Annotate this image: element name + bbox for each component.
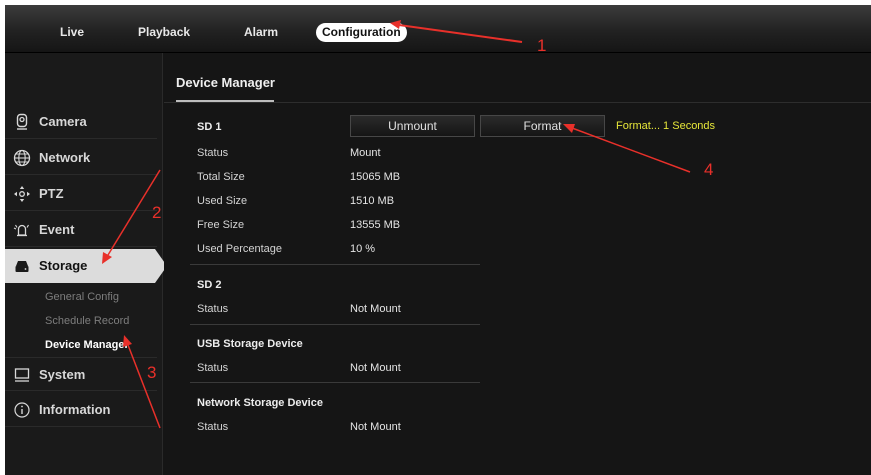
sidebar-item-storage[interactable]: Storage	[5, 249, 167, 283]
camera-icon	[13, 113, 31, 131]
row-label: Total Size	[197, 171, 245, 183]
format-button[interactable]: Format	[480, 115, 605, 137]
tab-configuration[interactable]: Configuration	[316, 23, 407, 42]
top-navigation: Live Playback Alarm Configuration	[5, 5, 871, 53]
sidebar-subitem-general-config[interactable]: General Config	[45, 291, 119, 303]
row-label: Status	[197, 147, 229, 159]
row-label: Status	[197, 421, 229, 433]
sidebar-item-system[interactable]: System	[5, 357, 157, 391]
sidebar-item-label: System	[39, 367, 86, 382]
tab-alarm[interactable]: Alarm	[244, 22, 278, 42]
sidebar-item-label: Camera	[39, 114, 87, 129]
storage-icon	[13, 257, 31, 275]
annotation-marker-4: 4	[704, 160, 714, 179]
sidebar-item-label: Network	[39, 150, 91, 165]
sidebar-subitem-schedule-record[interactable]: Schedule Record	[45, 315, 129, 327]
tab-playback[interactable]: Playback	[138, 22, 190, 42]
divider	[190, 264, 480, 265]
row-value: Not Mount	[350, 362, 401, 374]
row-value: Mount	[350, 147, 381, 159]
row-label: Free Size	[197, 219, 245, 231]
unmount-button[interactable]: Unmount	[350, 115, 475, 137]
divider	[190, 324, 480, 325]
sidebar-item-ptz[interactable]: PTZ	[5, 177, 157, 211]
divider	[190, 382, 480, 383]
section-title-network-storage: Network Storage Device	[197, 397, 323, 409]
row-value: 1510 MB	[350, 195, 395, 207]
sidebar-item-label: Storage	[39, 258, 88, 273]
row-label: Used Size	[197, 195, 248, 207]
row-value: Not Mount	[350, 303, 401, 315]
annotation-marker-3: 3	[147, 363, 157, 382]
annotation-marker-2: 2	[152, 203, 162, 222]
row-value: 10 %	[350, 243, 376, 255]
sidebar-item-label: Event	[39, 222, 75, 237]
event-icon	[13, 221, 31, 239]
row-label: Status	[197, 362, 229, 374]
row-value: Not Mount	[350, 421, 401, 433]
sidebar-item-label: PTZ	[39, 186, 64, 201]
app-window: Live Playback Alarm Configuration Camera…	[5, 5, 871, 475]
sidebar-item-camera[interactable]: Camera	[5, 105, 157, 139]
sidebar-subitem-device-manager[interactable]: Device Manager	[45, 339, 129, 351]
info-icon	[13, 401, 31, 419]
row-value: 13555 MB	[350, 219, 401, 231]
row-value: 15065 MB	[350, 171, 401, 183]
monitor-icon	[13, 366, 31, 384]
row-label: Status	[197, 303, 229, 315]
format-status-text: Format... 1 Seconds	[616, 120, 716, 132]
ptz-icon	[13, 185, 31, 203]
divider	[164, 102, 871, 103]
section-title-usb: USB Storage Device	[197, 338, 303, 350]
sidebar-item-label: Information	[39, 402, 111, 417]
annotation-marker-1: 1	[537, 36, 547, 55]
main-content: Device Manager SD 1 Unmount Format Forma…	[164, 53, 871, 475]
sidebar-item-event[interactable]: Event	[5, 213, 157, 247]
page-title: Device Manager	[176, 75, 275, 90]
section-title-sd1: SD 1	[197, 121, 222, 133]
sidebar-item-network[interactable]: Network	[5, 141, 157, 175]
section-title-sd2: SD 2	[197, 279, 222, 291]
tab-live[interactable]: Live	[60, 22, 84, 42]
sidebar: Camera Network PTZ Event Storage General…	[5, 53, 167, 475]
globe-icon	[13, 149, 31, 167]
row-label: Used Percentage	[197, 243, 282, 255]
sidebar-item-information[interactable]: Information	[5, 393, 157, 427]
